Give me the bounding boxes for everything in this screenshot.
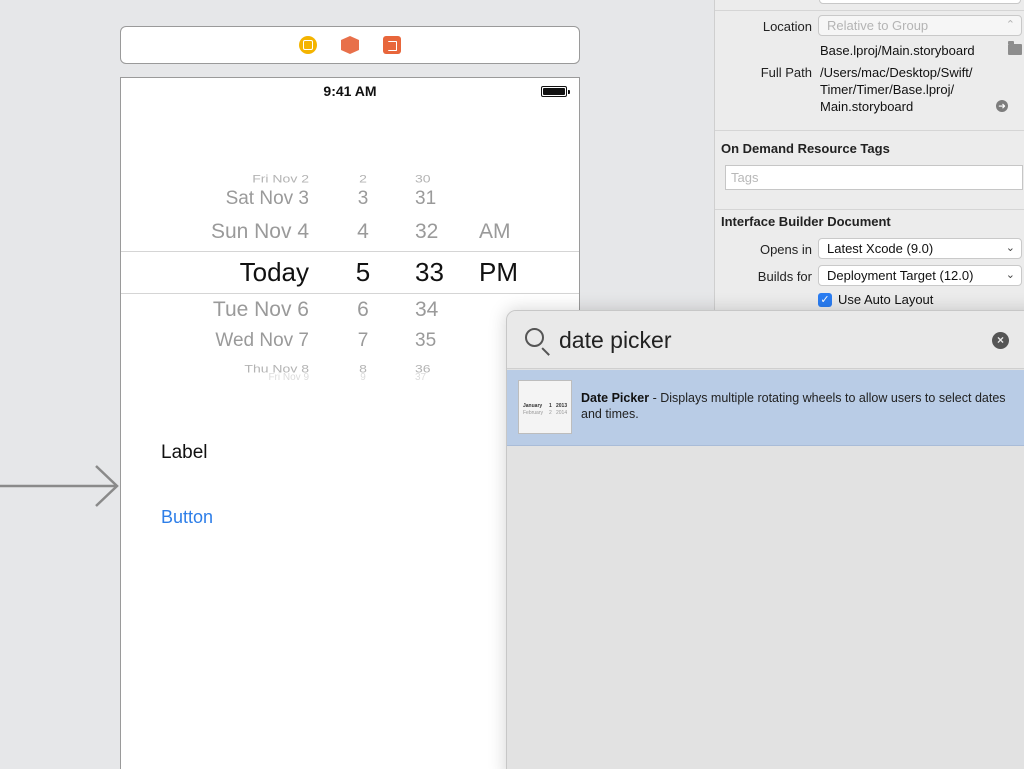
thumb-day: 2 xyxy=(549,410,552,416)
auto-layout-checkbox[interactable]: ✓ xyxy=(818,293,832,307)
picker-minute: 35 xyxy=(415,330,437,351)
tags-input[interactable] xyxy=(725,165,1023,190)
picker-hour: 9 xyxy=(360,372,366,383)
divider xyxy=(715,10,1024,11)
picker-day: Fri Nov 2 xyxy=(252,172,309,185)
object-library-popup: × January 1 2013 February 2 2014 Date Pi… xyxy=(506,310,1024,769)
picker-minute: 34 xyxy=(415,298,439,321)
folder-icon[interactable] xyxy=(1008,41,1022,55)
picker-ampm: AM xyxy=(479,220,511,243)
builds-for-select[interactable]: Deployment Target (12.0) ⌄ xyxy=(818,265,1022,286)
picker-day: Wed Nov 7 xyxy=(215,330,309,351)
ui-button[interactable]: Button xyxy=(161,507,213,528)
location-value: Relative to Group xyxy=(827,18,929,33)
result-description: Date Picker - Displays multiple rotating… xyxy=(581,390,1021,422)
clear-search-icon[interactable]: × xyxy=(992,332,1009,349)
thumb-month: February xyxy=(523,410,544,416)
picker-day: Tue Nov 6 xyxy=(212,298,309,321)
first-responder-icon[interactable] xyxy=(340,35,360,55)
chevron-down-icon: ⌄ xyxy=(1005,269,1015,281)
status-bar-time: 9:41 AM xyxy=(323,83,377,99)
picker-hour: 3 xyxy=(357,188,369,209)
location-select[interactable]: Relative to Group ⌃ xyxy=(818,15,1022,36)
full-path-line: Timer/Timer/Base.lproj/ xyxy=(820,82,955,97)
battery-icon xyxy=(541,86,570,97)
library-search-input[interactable] xyxy=(559,325,959,355)
chevron-updown-icon: ⌃ xyxy=(1005,19,1015,31)
full-path-line: Main.storyboard xyxy=(820,99,914,114)
entry-point-arrow-icon[interactable] xyxy=(0,464,122,508)
ib-document-title: Interface Builder Document xyxy=(721,214,891,229)
exit-icon[interactable] xyxy=(382,35,402,55)
scene-dock xyxy=(120,26,580,64)
view-controller-icon[interactable] xyxy=(298,35,318,55)
picker-minute: 30 xyxy=(415,172,431,185)
picker-ampm: PM xyxy=(479,257,518,287)
builds-for-value: Deployment Target (12.0) xyxy=(827,268,974,283)
picker-day: Sun Nov 4 xyxy=(210,220,309,243)
picker-minute: 31 xyxy=(415,188,437,209)
picker-minute: 29 xyxy=(415,154,427,165)
picker-hour: 2 xyxy=(359,172,367,185)
auto-layout-label: Use Auto Layout xyxy=(838,292,934,307)
search-icon xyxy=(525,328,544,347)
picker-day: Fri Nov 9 xyxy=(268,372,309,383)
divider xyxy=(715,209,1024,210)
opens-in-select[interactable]: Latest Xcode (9.0) ⌄ xyxy=(818,238,1022,259)
date-picker-thumbnail: January 1 2013 February 2 2014 xyxy=(518,380,572,434)
picker-hour: 5 xyxy=(355,257,371,287)
full-path-label: Full Path xyxy=(760,65,812,80)
thumb-day: 1 xyxy=(549,403,552,409)
picker-day: Sat Nov 3 xyxy=(225,188,309,209)
library-search-bar: × xyxy=(507,311,1024,369)
location-label: Location xyxy=(762,19,812,34)
picker-minute: 33 xyxy=(415,257,444,287)
picker-hour: 4 xyxy=(357,220,369,243)
picker-row[interactable]: Sat Nov 3 3 31 xyxy=(121,188,579,218)
thumb-year: 2013 xyxy=(556,403,568,409)
picker-hour: 7 xyxy=(357,330,369,351)
picker-hour: 6 xyxy=(357,298,369,321)
thumb-year: 2014 xyxy=(556,410,568,416)
builds-for-label: Builds for xyxy=(757,269,812,284)
picker-row[interactable]: Sun Nov 4 4 32 AM xyxy=(121,220,579,250)
full-path-value: /Users/mac/Desktop/Swift/ Timer/Timer/Ba… xyxy=(820,64,972,115)
result-title: Date Picker xyxy=(581,391,650,405)
thumb-month: January xyxy=(523,403,543,409)
opens-in-value: Latest Xcode (9.0) xyxy=(827,241,934,256)
on-demand-tags-title: On Demand Resource Tags xyxy=(721,141,890,156)
picker-row-selected[interactable]: Today 5 33 PM xyxy=(121,257,579,287)
picker-minute: 37 xyxy=(415,372,427,383)
name-field[interactable] xyxy=(819,0,1021,4)
file-inspector: Location Relative to Group ⌃ Base.lproj/… xyxy=(714,0,1024,320)
picker-day: Today xyxy=(239,257,309,287)
full-path-line: /Users/mac/Desktop/Swift/ xyxy=(820,65,973,80)
reveal-in-finder-icon[interactable]: ➜ xyxy=(996,100,1008,112)
picker-hour: 1 xyxy=(360,154,366,165)
library-result-item[interactable]: January 1 2013 February 2 2014 Date Pick… xyxy=(507,370,1024,446)
divider xyxy=(715,130,1024,131)
chevron-down-icon: ⌄ xyxy=(1005,242,1015,254)
file-name: Base.lproj/Main.storyboard xyxy=(820,43,975,58)
picker-day: Thu Nov 1 xyxy=(262,154,309,165)
picker-minute: 32 xyxy=(415,220,439,243)
ui-label[interactable]: Label xyxy=(161,442,208,464)
opens-in-label: Opens in xyxy=(759,242,812,257)
